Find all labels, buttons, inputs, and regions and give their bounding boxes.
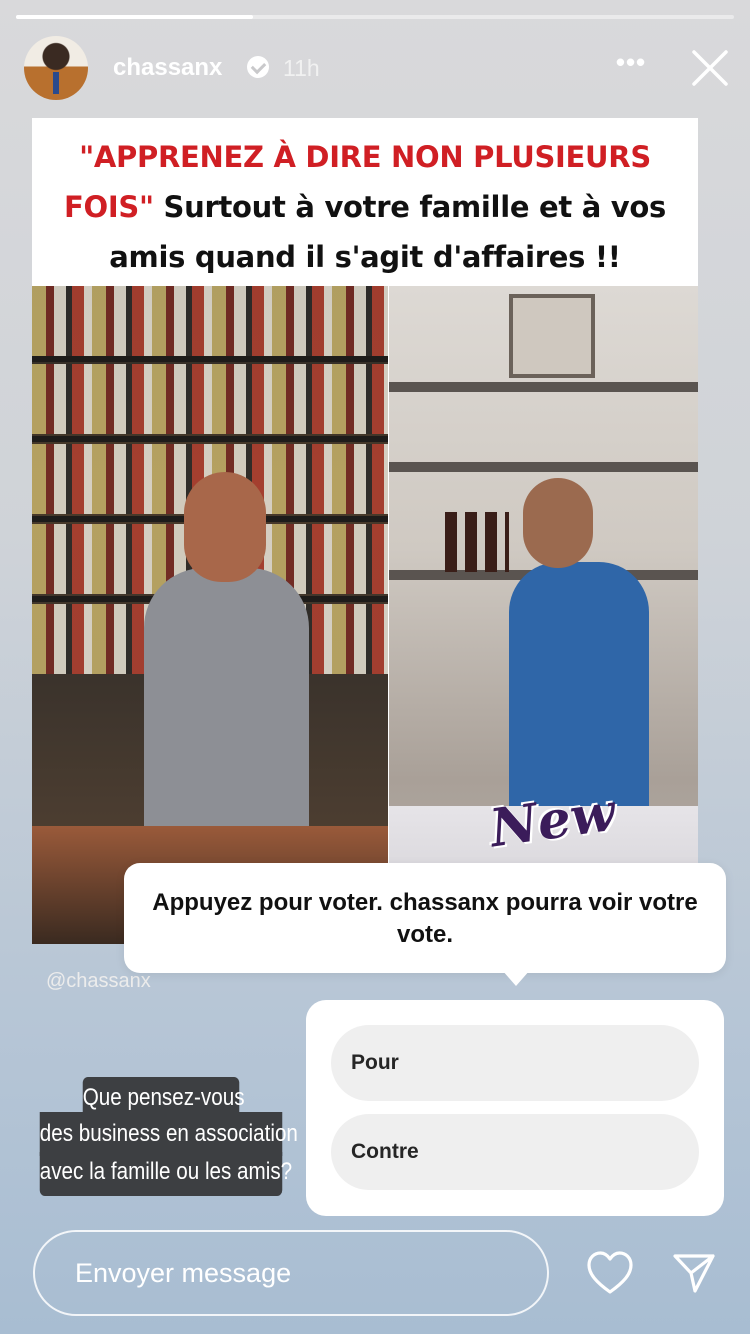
story-progress-fill	[16, 15, 253, 19]
message-placeholder: Envoyer message	[75, 1258, 292, 1288]
close-icon[interactable]	[688, 46, 732, 90]
poll-option-label: Pour	[351, 1051, 399, 1074]
more-icon[interactable]: •••	[614, 49, 648, 82]
username[interactable]: chassanx	[113, 54, 222, 82]
story-header: chassanx 11h •••	[24, 36, 736, 100]
avatar[interactable]	[24, 36, 88, 100]
poll-option-label: Contre	[351, 1140, 419, 1163]
post-time: 11h	[283, 55, 320, 81]
message-input[interactable]: Envoyer message	[33, 1230, 549, 1316]
vote-tooltip: Appuyez pour voter. chassanx pourra voir…	[124, 863, 726, 973]
poll-option-pour[interactable]: Pour	[331, 1025, 699, 1101]
send-icon[interactable]	[672, 1252, 716, 1294]
poll-option-contre[interactable]: Contre	[331, 1114, 699, 1190]
watermark: @chassanx	[46, 970, 151, 992]
vote-tooltip-text: Appuyez pour voter. chassanx pourra voir…	[152, 889, 698, 948]
poll-sticker: Pour Contre	[306, 1000, 724, 1216]
question-line: avec la famille ou les amis?	[39, 1152, 292, 1196]
shopkeeper-figure-empty	[509, 562, 649, 822]
question-line: Que pensez-vous	[82, 1077, 245, 1117]
shopkeeper-figure	[144, 568, 309, 838]
question-line: des business en association	[39, 1112, 298, 1156]
photo-full-shop	[32, 286, 388, 944]
post-title: "APPRENEZ À DIRE NON PLUSIEURS FOIS" Sur…	[32, 132, 698, 282]
post-title-rest: Surtout à votre famille et à vos amis qu…	[109, 190, 666, 274]
heart-icon[interactable]	[586, 1250, 634, 1296]
tooltip-arrow	[502, 970, 530, 986]
story-progress-bar	[16, 15, 734, 19]
verified-icon	[247, 56, 269, 78]
